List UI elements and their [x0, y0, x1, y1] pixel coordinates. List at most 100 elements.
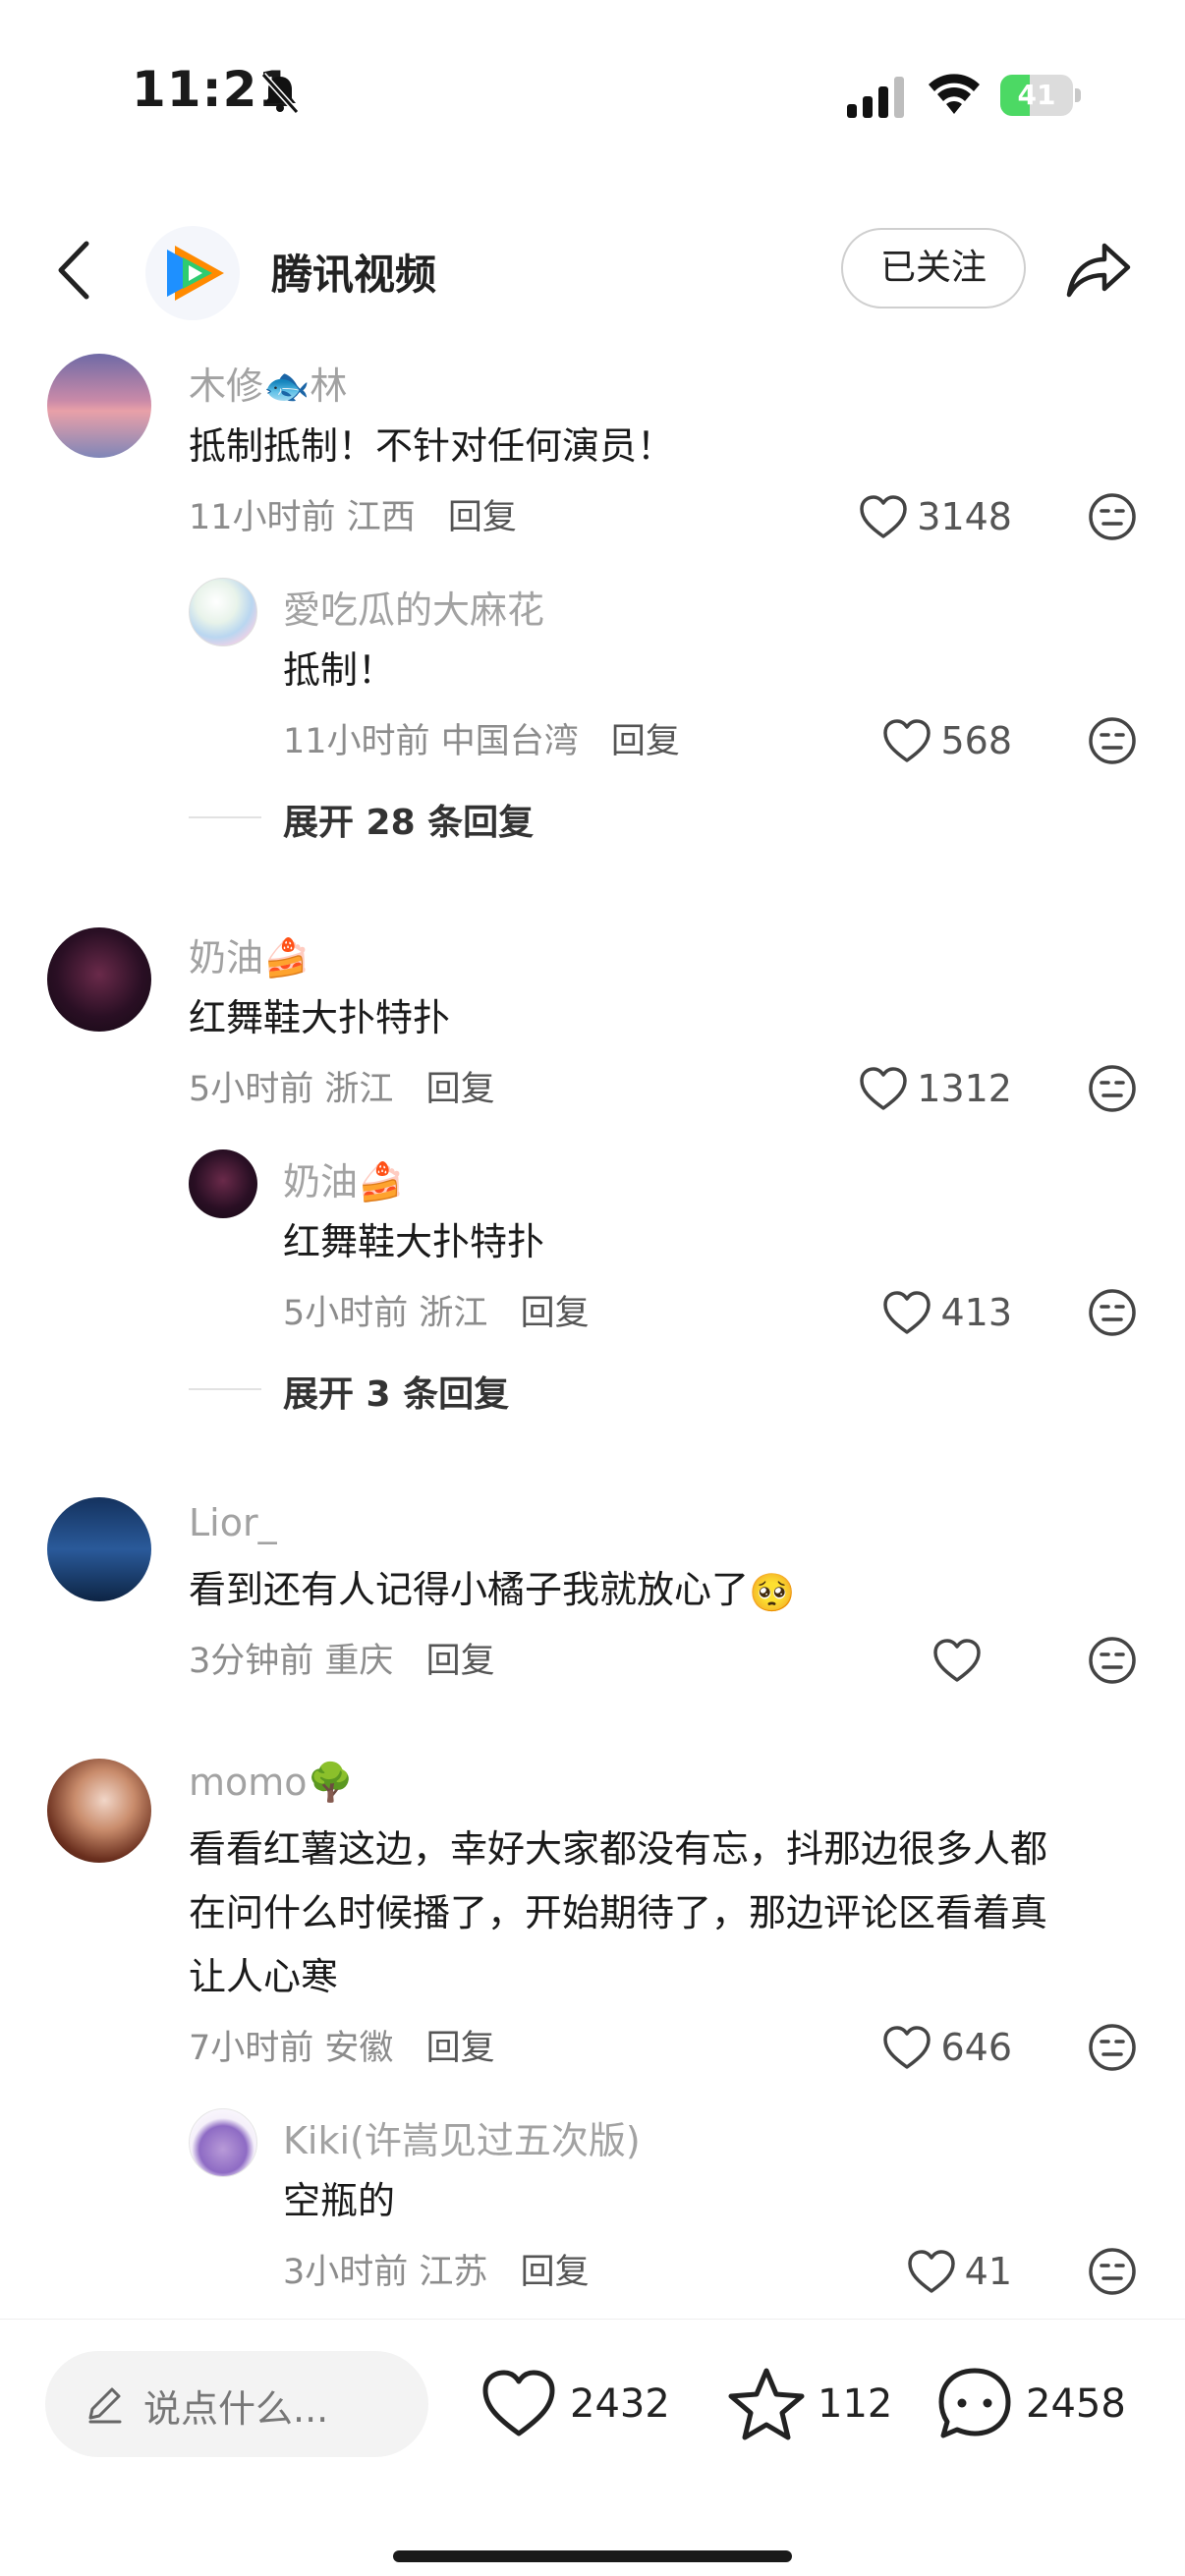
like-button[interactable]: 568 — [845, 713, 1012, 768]
app-name[interactable]: 腾讯视频 — [271, 242, 436, 302]
heart-icon — [883, 2026, 931, 2069]
comment-text-line[interactable]: 让人心寒 — [189, 1945, 338, 2008]
like-count: 3148 — [917, 495, 1012, 538]
meh-face-icon[interactable] — [1087, 2022, 1138, 2073]
like-button[interactable]: 1312 — [825, 1061, 1012, 1116]
like-button[interactable]: 41 — [865, 2244, 1012, 2299]
comment-location: 浙江 — [324, 1070, 394, 1109]
like-button[interactable] — [884, 1633, 983, 1688]
reply-time: 11小时前 — [283, 722, 430, 761]
share-arrow-icon[interactable] — [1063, 236, 1134, 301]
reply-location: 浙江 — [419, 1294, 488, 1333]
expand-replies-button[interactable]: 展开 28 条回复 — [283, 794, 534, 845]
reply-location: 中国台湾 — [440, 722, 579, 761]
comment-text-line[interactable]: 看看红薯这边，幸好大家都没有忘，抖那边很多人都 — [189, 1818, 1047, 1880]
avatar[interactable] — [47, 1497, 151, 1601]
comment-username[interactable]: momo🌳 — [189, 1761, 354, 1805]
home-indicator[interactable] — [393, 2550, 792, 2562]
pleading-emoji: 🥺 — [749, 1570, 796, 1614]
comment-post-button[interactable]: 2458 — [935, 2363, 1126, 2445]
reply-meta: 3小时前 江苏 回复 — [283, 2244, 590, 2294]
reply-time: 5小时前 — [283, 1294, 409, 1333]
like-post-count: 2432 — [570, 2381, 670, 2427]
reply-text[interactable]: 空瓶的 — [283, 2169, 395, 2232]
comment-meta: 5小时前 浙江 回复 — [189, 1061, 495, 1111]
meh-face-icon[interactable] — [1087, 1063, 1138, 1114]
avatar[interactable] — [47, 927, 151, 1032]
follow-button[interactable]: 已关注 — [841, 228, 1026, 308]
reply-time: 3小时前 — [283, 2253, 409, 2292]
bottom-action-bar: 说点什么... 2432 112 2458 — [0, 2319, 1185, 2576]
tencent-video-logo-icon — [167, 246, 224, 301]
like-count: 413 — [940, 1291, 1012, 1334]
reply-username[interactable]: 奶油🍰 — [283, 1151, 404, 1205]
bell-slash-icon — [260, 72, 300, 115]
battery-indicator: 41 — [1000, 75, 1081, 116]
comment-text-line[interactable]: 在问什么时候播了，开始期待了，那边评论区看着真 — [189, 1881, 1047, 1944]
heart-icon — [907, 2250, 955, 2293]
nav-header: 腾讯视频 已关注 — [0, 206, 1185, 334]
app-logo[interactable] — [145, 226, 240, 320]
meh-face-icon[interactable] — [1087, 2246, 1138, 2297]
like-button[interactable]: 646 — [845, 2020, 1012, 2075]
comment-username[interactable]: 木修🐟林 — [189, 356, 347, 410]
reply-button[interactable]: 回复 — [521, 1294, 590, 1333]
heart-icon — [933, 1639, 981, 1682]
status-bar: 11:21 41 — [0, 0, 1185, 187]
reply-button[interactable]: 回复 — [426, 1642, 495, 1681]
comment-username[interactable]: Lior_ — [189, 1501, 277, 1544]
reply-meta: 11小时前 中国台湾 回复 — [283, 713, 680, 763]
comment-text[interactable]: 红舞鞋大扑特扑 — [189, 986, 450, 1049]
expand-replies-button[interactable]: 展开 3 条回复 — [283, 1366, 509, 1417]
favorite-post-button[interactable]: 112 — [727, 2363, 892, 2445]
like-button[interactable]: 413 — [845, 1285, 1012, 1340]
reply-text[interactable]: 红舞鞋大扑特扑 — [283, 1210, 544, 1273]
meh-face-icon[interactable] — [1087, 491, 1138, 542]
comment-input[interactable]: 说点什么... — [45, 2351, 428, 2457]
comment-meta: 7小时前 安徽 回复 — [189, 2020, 495, 2070]
meh-face-icon[interactable] — [1087, 1635, 1138, 1686]
reply-button[interactable]: 回复 — [426, 1070, 495, 1109]
comment-time: 5小时前 — [189, 1070, 314, 1109]
reply-avatar[interactable] — [189, 1149, 257, 1218]
back-chevron-icon[interactable] — [49, 238, 98, 303]
star-icon — [728, 2368, 805, 2440]
reply-location: 江苏 — [419, 2253, 488, 2292]
favorite-post-count: 112 — [818, 2381, 893, 2427]
meh-face-icon[interactable] — [1087, 715, 1138, 766]
reply-avatar[interactable] — [189, 578, 257, 646]
comment-input-placeholder: 说点什么... — [143, 2387, 329, 2431]
expand-divider — [189, 816, 261, 818]
reply-button[interactable]: 回复 — [611, 722, 680, 761]
reply-meta: 5小时前 浙江 回复 — [283, 1285, 590, 1335]
pencil-icon — [88, 2387, 122, 2424]
like-post-button[interactable]: 2432 — [480, 2363, 670, 2445]
reply-username[interactable]: 愛吃瓜的大麻花 — [283, 580, 544, 634]
comment-time: 7小时前 — [189, 2029, 314, 2068]
avatar[interactable] — [47, 1759, 151, 1863]
reply-button[interactable]: 回复 — [521, 2253, 590, 2292]
comment-location: 重庆 — [324, 1642, 394, 1681]
reply-avatar[interactable] — [189, 2108, 257, 2177]
heart-icon — [860, 1067, 908, 1110]
expand-divider — [189, 1388, 261, 1390]
reply-username[interactable]: Kiki(许嵩见过五次版) — [283, 2110, 641, 2164]
heart-icon — [883, 1291, 931, 1334]
like-count: 1312 — [917, 1067, 1012, 1110]
comment-time: 11小时前 — [189, 498, 336, 537]
meh-face-icon[interactable] — [1087, 1287, 1138, 1338]
heart-icon — [482, 2370, 555, 2436]
comment-location: 江西 — [346, 498, 416, 537]
reply-button[interactable]: 回复 — [448, 498, 517, 537]
reply-text[interactable]: 抵制！ — [283, 639, 395, 701]
reply-button[interactable]: 回复 — [426, 2029, 495, 2068]
avatar[interactable] — [47, 354, 151, 458]
like-count: 568 — [940, 719, 1012, 762]
comment-text[interactable]: 看到还有人记得小橘子我就放心了🥺 — [189, 1558, 795, 1624]
like-count: 41 — [964, 2250, 1012, 2293]
like-button[interactable]: 3148 — [825, 489, 1012, 544]
comment-text[interactable]: 抵制抵制！不针对任何演员！ — [189, 415, 674, 477]
wifi-icon — [929, 74, 980, 114]
signal-icon — [847, 77, 904, 118]
comment-username[interactable]: 奶油🍰 — [189, 927, 310, 981]
